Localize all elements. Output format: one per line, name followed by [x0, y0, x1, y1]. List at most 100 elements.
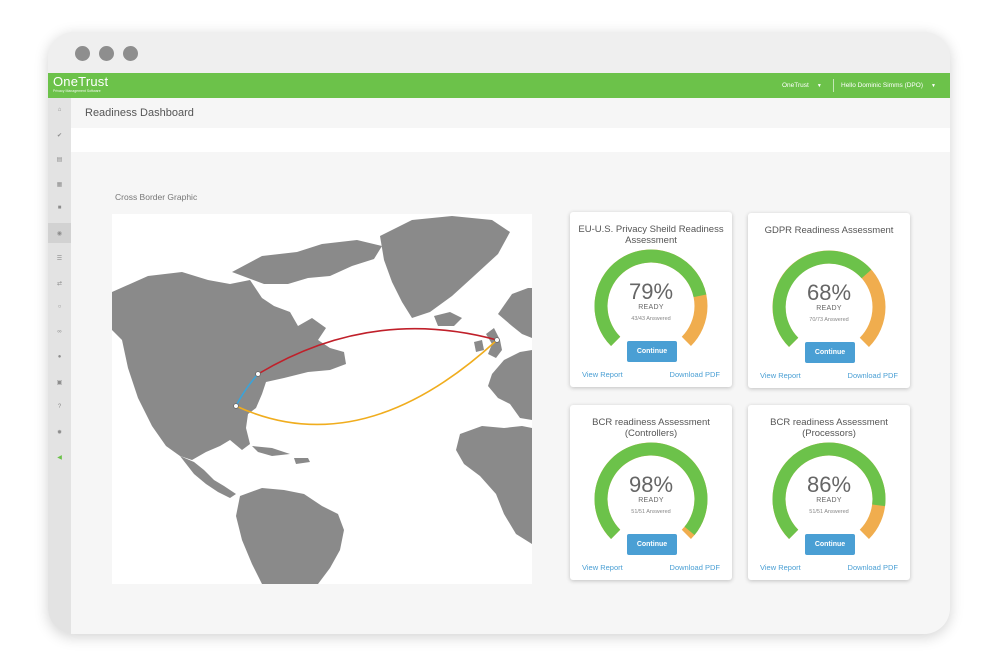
download-pdf-link[interactable]: Download PDF: [670, 563, 720, 572]
assessment-card-privacy-shield: EU-U.S. Privacy Sheild Readiness Assessm…: [570, 212, 732, 387]
browser-window: OneTrust Privacy Management Software One…: [48, 32, 950, 634]
window-maximize-dot[interactable]: [123, 46, 138, 61]
chevron-down-icon: ▼: [816, 83, 822, 89]
scandinavia: [498, 288, 532, 338]
continue-button[interactable]: Continue: [805, 534, 855, 555]
card-title: BCR readiness Assessment (Controllers): [592, 417, 710, 439]
sidebar-item-links[interactable]: ∞: [48, 322, 71, 342]
gauge-ready-label: READY: [638, 497, 664, 504]
top-navbar: OneTrust Privacy Management Software One…: [48, 73, 950, 98]
assessment-card-bcr-processors: BCR readiness Assessment (Processors) 86…: [748, 405, 910, 580]
list-icon: ☰: [56, 255, 63, 262]
route-node-new-york: [255, 371, 261, 377]
sidebar-item-lists[interactable]: ☰: [48, 248, 71, 268]
cuba: [252, 446, 290, 456]
card-title: BCR readiness Assessment (Processors): [770, 417, 888, 439]
sidebar-item-assessments[interactable]: ■: [48, 198, 71, 218]
europe: [488, 350, 532, 420]
document-icon: ▤: [56, 156, 63, 163]
link-icon: ∞: [57, 329, 62, 335]
sidebar-item-announcements[interactable]: ◀: [48, 447, 71, 467]
window-close-dot[interactable]: [75, 46, 90, 61]
iceland: [434, 312, 462, 326]
sidebar-item-home[interactable]: ⌂: [48, 100, 71, 120]
window-chrome: [48, 32, 950, 73]
check-icon: ✔: [56, 132, 63, 139]
continue-button[interactable]: Continue: [627, 341, 677, 362]
section-label: Cross Border Graphic: [115, 192, 198, 202]
cloud-icon: ○: [57, 304, 62, 310]
help-icon: ?: [57, 404, 62, 410]
north-america: [112, 272, 346, 460]
org-selector-label: OneTrust: [782, 82, 809, 89]
gauge-ready-label: READY: [638, 304, 664, 311]
continue-button[interactable]: Continue: [805, 342, 855, 363]
chevron-down-icon: ▼: [930, 83, 936, 89]
assessment-card-gdpr: GDPR Readiness Assessment 68% READY 70/7…: [748, 213, 910, 388]
globe-icon: ◉: [56, 230, 63, 237]
sidebar-item-transfers[interactable]: ⇄: [48, 273, 71, 293]
route-node-florida: [233, 403, 239, 409]
view-report-link[interactable]: View Report: [760, 371, 801, 380]
download-pdf-link[interactable]: Download PDF: [848, 371, 898, 380]
sidebar-item-users[interactable]: ▣: [48, 372, 71, 392]
view-report-link[interactable]: View Report: [760, 563, 801, 572]
page-header: Readiness Dashboard: [71, 98, 950, 128]
gauge-percent: 86%: [806, 472, 852, 497]
download-pdf-link[interactable]: Download PDF: [670, 370, 720, 379]
gauge-ready-label: READY: [816, 497, 842, 504]
window-minimize-dot[interactable]: [99, 46, 114, 61]
shuffle-icon: ⇄: [56, 280, 63, 287]
org-selector-dropdown[interactable]: OneTrust ▼: [782, 73, 822, 98]
brand-name: OneTrust: [53, 74, 109, 89]
download-pdf-link[interactable]: Download PDF: [848, 563, 898, 572]
sidebar-item-cross-border[interactable]: ◉: [48, 223, 71, 243]
sidebar-item-inventory[interactable]: ▦: [48, 174, 71, 194]
gauge-ready-label: READY: [816, 305, 842, 312]
africa: [456, 426, 532, 544]
gauge-answered-count: 51/51 Answered: [809, 509, 849, 515]
view-report-link[interactable]: View Report: [582, 370, 623, 379]
gauge-percent: 98%: [628, 472, 674, 497]
sidebar-item-cloud[interactable]: ○: [48, 297, 71, 317]
sidebar-item-settings[interactable]: ✹: [48, 422, 71, 442]
continue-button[interactable]: Continue: [627, 534, 677, 555]
greenland: [380, 216, 510, 318]
sidebar-item-tasks[interactable]: ✔: [48, 125, 71, 145]
central-america: [180, 456, 236, 498]
brand-logo[interactable]: OneTrust Privacy Management Software: [53, 75, 108, 94]
main-content: Readiness Dashboard Cross Border Graphic: [71, 98, 950, 634]
user-menu-dropdown[interactable]: Hello Dominic Simms (DPO) ▼: [841, 73, 936, 98]
navbar-divider: [833, 79, 834, 92]
grid-icon: ▦: [56, 181, 63, 188]
sidebar-item-documents[interactable]: ▤: [48, 149, 71, 169]
view-report-link[interactable]: View Report: [582, 563, 623, 572]
south-america: [236, 488, 344, 584]
briefcase-icon: ■: [57, 205, 62, 211]
gauge-answered-count: 70/73 Answered: [809, 317, 849, 323]
gauge-answered-count: 51/51 Answered: [631, 509, 671, 515]
sidebar-item-user[interactable]: ●: [48, 347, 71, 367]
card-title: EU-U.S. Privacy Sheild Readiness Assessm…: [578, 224, 724, 246]
card-title: GDPR Readiness Assessment: [764, 225, 894, 236]
brand-tagline: Privacy Management Software: [53, 89, 101, 93]
gauge-answered-count: 43/43 Answered: [631, 316, 671, 322]
route-node-london: [494, 337, 500, 343]
assessment-card-bcr-controllers: BCR readiness Assessment (Controllers) 9…: [570, 405, 732, 580]
arctic-islands: [232, 240, 382, 284]
sidebar: ⌂ ✔ ▤ ▦ ■ ◉ ☰ ⇄ ○ ∞ ● ▣ ? ✹ ◀: [48, 98, 71, 634]
hispaniola: [294, 458, 310, 464]
home-icon: ⌂: [57, 107, 62, 113]
users-icon: ▣: [56, 379, 63, 386]
cross-border-map[interactable]: [112, 214, 532, 584]
gauge-percent: 68%: [806, 280, 852, 305]
toolbar-strip: [71, 128, 950, 152]
gauge-percent: 79%: [628, 279, 674, 304]
user-greeting: Hello Dominic Simms (DPO): [841, 82, 923, 89]
ireland: [474, 340, 484, 352]
settings-icon: ✹: [56, 429, 63, 436]
megaphone-icon: ◀: [57, 454, 62, 461]
world-map-svg: [112, 216, 532, 584]
user-icon: ●: [57, 354, 62, 360]
sidebar-item-help[interactable]: ?: [48, 397, 71, 417]
